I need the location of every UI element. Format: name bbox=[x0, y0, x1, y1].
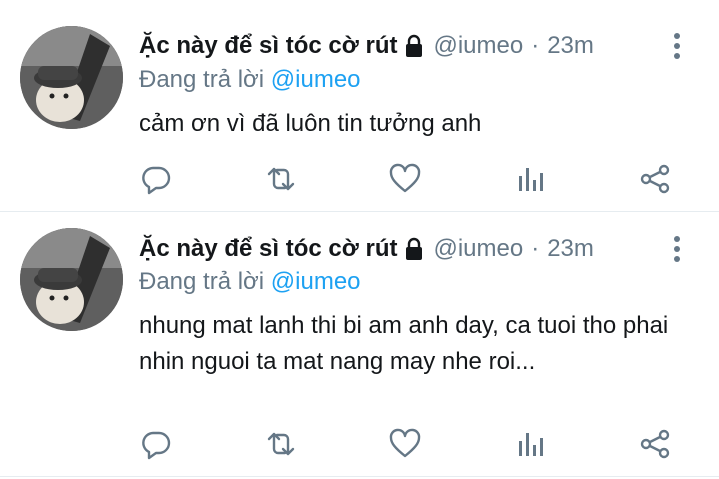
timestamp[interactable]: 23m bbox=[547, 32, 594, 60]
tweet-actions bbox=[138, 426, 678, 464]
like-icon[interactable] bbox=[387, 161, 423, 197]
replying-prefix: Đang trả lời bbox=[139, 268, 265, 295]
reply-icon[interactable] bbox=[138, 426, 174, 462]
analytics-icon[interactable] bbox=[512, 426, 548, 462]
author-name[interactable]: Ặc này để sì tóc cờ rút bbox=[139, 235, 397, 263]
separator-dot: · bbox=[531, 235, 540, 262]
replying-mention[interactable]: @iumeo bbox=[271, 268, 361, 295]
separator-dot: · bbox=[531, 32, 540, 59]
avatar-image bbox=[20, 228, 123, 331]
tweet-actions bbox=[138, 161, 678, 199]
analytics-icon[interactable] bbox=[512, 161, 548, 197]
tweet-header: Ặc này để sì tóc cờ rút @iumeo · 23m bbox=[139, 29, 594, 63]
author-name[interactable]: Ặc này để sì tóc cờ rút bbox=[139, 32, 397, 60]
tweet-text: cảm ơn vì đã luôn tin tưởng anh bbox=[139, 110, 482, 137]
retweet-icon[interactable] bbox=[263, 161, 299, 197]
author-handle[interactable]: @iumeo bbox=[433, 235, 523, 263]
replying-to: Đang trả lời @iumeo bbox=[139, 268, 361, 296]
avatar[interactable] bbox=[20, 26, 123, 129]
like-icon[interactable] bbox=[387, 426, 423, 462]
lock-icon bbox=[403, 34, 425, 58]
more-options-icon[interactable] bbox=[668, 31, 686, 61]
tweet-1[interactable]: Ặc này để sì tóc cờ rút @iumeo · 23m Đan… bbox=[0, 0, 719, 212]
tweet-2[interactable]: Ặc này để sì tóc cờ rút @iumeo · 23m Đan… bbox=[0, 212, 719, 477]
retweet-icon[interactable] bbox=[263, 426, 299, 462]
avatar-image bbox=[20, 26, 123, 129]
replying-prefix: Đang trả lời bbox=[139, 66, 265, 93]
replying-mention[interactable]: @iumeo bbox=[271, 66, 361, 93]
tweet-text: nhung mat lanh thi bi am anh day, ca tuo… bbox=[139, 312, 669, 375]
author-handle[interactable]: @iumeo bbox=[433, 32, 523, 60]
share-icon[interactable] bbox=[637, 426, 673, 462]
reply-icon[interactable] bbox=[138, 161, 174, 197]
replying-to: Đang trả lời @iumeo bbox=[139, 66, 361, 94]
share-icon[interactable] bbox=[637, 161, 673, 197]
lock-icon bbox=[403, 237, 425, 261]
tweet-header: Ặc này để sì tóc cờ rút @iumeo · 23m bbox=[139, 232, 594, 266]
more-options-icon[interactable] bbox=[668, 234, 686, 264]
timestamp[interactable]: 23m bbox=[547, 235, 594, 263]
avatar[interactable] bbox=[20, 228, 123, 331]
